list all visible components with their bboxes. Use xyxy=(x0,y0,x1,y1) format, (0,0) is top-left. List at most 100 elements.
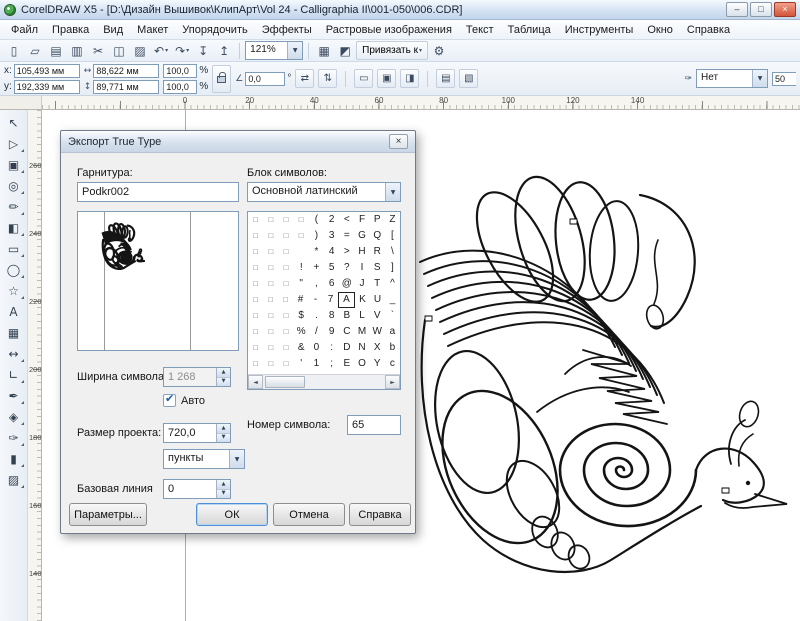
char-cell[interactable]: □ xyxy=(248,228,263,244)
zoom-level-combo[interactable]: 121% ▼ xyxy=(245,41,303,60)
units-combo[interactable]: пункты ▼ xyxy=(163,449,245,469)
char-cell[interactable]: , xyxy=(309,276,324,292)
export-button[interactable]: ↥ xyxy=(214,41,234,60)
snap-to-button[interactable]: Привязать к ▾ xyxy=(356,41,428,60)
char-cell[interactable]: □ xyxy=(278,324,293,340)
menu-item[interactable]: Упорядочить xyxy=(175,21,254,39)
char-cell[interactable]: □ xyxy=(263,260,278,276)
char-cell[interactable]: Z xyxy=(385,212,400,228)
char-cell[interactable]: □ xyxy=(278,212,293,228)
minimize-button[interactable]: – xyxy=(726,2,748,17)
char-cell[interactable]: . xyxy=(309,308,324,324)
char-cell[interactable]: □ xyxy=(263,276,278,292)
char-cell[interactable]: M xyxy=(354,324,369,340)
menu-item[interactable]: Правка xyxy=(45,21,96,39)
char-cell[interactable]: □ xyxy=(248,324,263,340)
char-cell[interactable]: ; xyxy=(324,356,339,372)
object-height-field[interactable]: 89,771 мм xyxy=(93,80,159,94)
char-cell[interactable]: B xyxy=(339,308,354,324)
import-button[interactable]: ↧ xyxy=(193,41,213,60)
lock-ratio-button[interactable] xyxy=(212,65,231,93)
char-cell[interactable]: N xyxy=(354,340,369,356)
char-cell[interactable]: □ xyxy=(278,228,293,244)
scroll-left-button[interactable]: ◄ xyxy=(248,375,263,389)
char-cell[interactable]: > xyxy=(339,244,354,260)
project-size-down-button[interactable]: ▼ xyxy=(217,434,230,443)
char-cell[interactable]: ? xyxy=(339,260,354,276)
char-cell[interactable]: / xyxy=(309,324,324,340)
char-cell[interactable]: " xyxy=(294,276,309,292)
cut-button[interactable]: ✂ xyxy=(88,41,108,60)
char-cell[interactable]: & xyxy=(294,340,309,356)
x-position-field[interactable]: 105,493 мм xyxy=(14,64,80,78)
char-cell[interactable]: □ xyxy=(278,260,293,276)
char-cell[interactable]: S xyxy=(370,260,385,276)
symbol-block-arrow[interactable]: ▼ xyxy=(385,183,400,201)
grid-horizontal-scrollbar[interactable]: ◄ ► xyxy=(248,374,400,389)
char-cell[interactable]: □ xyxy=(263,228,278,244)
char-cell[interactable]: □ xyxy=(278,308,293,324)
char-cell[interactable]: - xyxy=(308,292,323,308)
menu-item[interactable]: Вид xyxy=(96,21,130,39)
char-cell[interactable]: ( xyxy=(309,212,324,228)
menu-item[interactable]: Эффекты xyxy=(255,21,319,39)
char-cell[interactable]: □ xyxy=(278,276,293,292)
menu-item[interactable]: Окно xyxy=(640,21,680,39)
char-cell[interactable]: : xyxy=(324,340,339,356)
char-cell[interactable]: ] xyxy=(385,260,400,276)
char-cell[interactable]: I xyxy=(354,260,369,276)
outline-pen-tool[interactable]: ✑ xyxy=(2,428,26,448)
char-cell[interactable]: □ xyxy=(248,276,263,292)
char-cell[interactable]: ! xyxy=(294,260,309,276)
rotation-angle-field[interactable]: 0,0 xyxy=(245,72,285,86)
cancel-button[interactable]: Отмена xyxy=(273,503,345,526)
property-bar-button[interactable]: ▣ xyxy=(377,69,396,88)
char-cell[interactable]: □ xyxy=(248,244,263,260)
menu-item[interactable]: Текст xyxy=(459,21,501,39)
char-cell[interactable]: [ xyxy=(385,228,400,244)
char-cell[interactable]: F xyxy=(354,212,369,228)
save-button[interactable]: ▤ xyxy=(46,41,66,60)
char-cell[interactable]: # xyxy=(293,292,308,308)
shape-tool[interactable]: ▷ xyxy=(2,134,26,154)
baseline-spinner[interactable]: 0 ▲▼ xyxy=(163,479,231,499)
char-cell[interactable]: C xyxy=(339,324,354,340)
char-cell[interactable]: □ xyxy=(263,308,278,324)
scale-horizontal-field[interactable]: 100,0 xyxy=(163,64,197,78)
property-bar-button[interactable]: ▤ xyxy=(436,69,455,88)
char-cell[interactable]: U xyxy=(370,292,385,308)
char-cell[interactable]: □ xyxy=(248,356,263,372)
baseline-up-button[interactable]: ▲ xyxy=(217,480,230,490)
smart-fill-tool[interactable]: ◧ xyxy=(2,218,26,238)
char-cell[interactable]: □ xyxy=(278,340,293,356)
outline-dropdown-arrow[interactable]: ▼ xyxy=(752,70,767,87)
corel-connect-button[interactable]: ◩ xyxy=(335,41,355,60)
char-cell[interactable]: □ xyxy=(263,324,278,340)
char-cell[interactable]: □ xyxy=(248,292,263,308)
zoom-tool[interactable]: ◎ xyxy=(2,176,26,196)
units-arrow[interactable]: ▼ xyxy=(229,450,244,468)
undo-button[interactable]: ↶▾ xyxy=(151,41,171,60)
auto-checkbox[interactable]: ✔ Авто xyxy=(163,394,205,407)
char-cell[interactable]: c xyxy=(385,356,400,372)
char-cell[interactable]: □ xyxy=(248,308,263,324)
options-button[interactable]: ⚙ xyxy=(429,41,449,60)
project-size-up-button[interactable]: ▲ xyxy=(217,424,230,434)
interactive-fill-tool[interactable]: ▨ xyxy=(2,470,26,490)
char-cell[interactable]: ) xyxy=(309,228,324,244)
menu-item[interactable]: Макет xyxy=(130,21,175,39)
print-button[interactable]: ▥ xyxy=(67,41,87,60)
char-cell[interactable]: □ xyxy=(248,260,263,276)
char-cell[interactable]: V xyxy=(370,308,385,324)
char-cell[interactable]: ' xyxy=(294,356,309,372)
redo-button[interactable]: ↷▾ xyxy=(172,41,192,60)
project-size-spinner[interactable]: 720,0 ▲▼ xyxy=(163,423,231,443)
char-cell[interactable]: □ xyxy=(278,356,293,372)
char-cell[interactable]: W xyxy=(370,324,385,340)
object-width-field[interactable]: 88,622 мм xyxy=(93,64,159,78)
char-cell[interactable]: □ xyxy=(248,340,263,356)
char-cell[interactable]: R xyxy=(370,244,385,260)
char-cell[interactable]: $ xyxy=(294,308,309,324)
calligraphic-bird-drawing[interactable] xyxy=(415,112,800,621)
char-cell[interactable]: □ xyxy=(263,340,278,356)
